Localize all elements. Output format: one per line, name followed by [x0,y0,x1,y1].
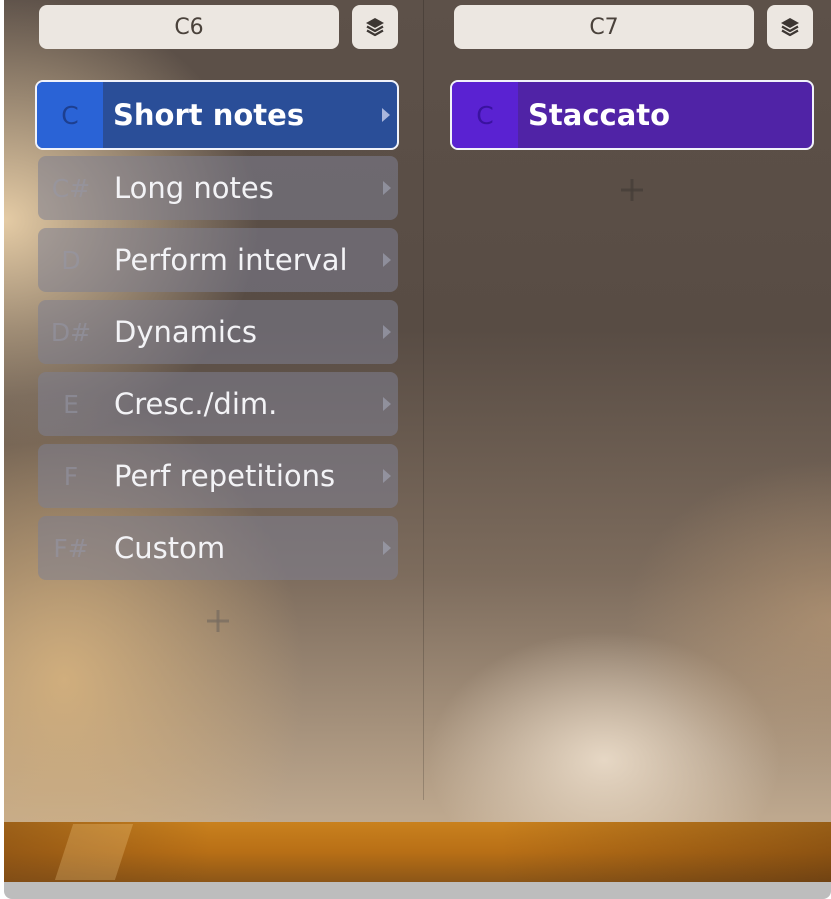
articulation-item-long-notes[interactable]: C# Long notes [38,156,398,220]
layers-icon [366,18,384,37]
item-label: Staccato [528,98,671,132]
add-articulation-button[interactable] [612,170,652,210]
column-header: C7 [454,5,814,49]
item-key: E [63,389,79,419]
articulation-item-perform-interval[interactable]: D Perform interval [38,228,398,292]
add-articulation-button[interactable] [198,601,238,641]
item-label: Dynamics [114,315,258,349]
octave-field[interactable]: C6 [39,5,339,49]
item-key: C [37,82,103,148]
articulation-item-custom[interactable]: F# Custom [38,516,398,580]
column-header: C6 [39,5,399,49]
chevron-right-icon[interactable] [376,444,398,508]
item-key: F# [53,533,89,563]
column-c7: C7 C Staccato [450,0,820,800]
column-divider [423,0,424,800]
articulation-item-short-notes[interactable]: C Short notes [35,80,399,150]
chevron-right-icon[interactable] [376,228,398,292]
chevron-right-icon[interactable] [376,372,398,436]
articulation-item-staccato[interactable]: C Staccato [450,80,814,150]
item-key: C# [51,173,91,203]
chevron-right-icon[interactable] [376,300,398,364]
item-label: Short notes [113,98,305,132]
instrument-image-strip [4,822,831,882]
panel-footer [4,882,831,899]
column-c6: C6 C Short notes C# Long notes D Perform… [35,0,405,800]
layers-icon [781,18,799,37]
articulation-item-cresc-dim[interactable]: E Cresc./dim. [38,372,398,436]
item-label: Perform interval [114,243,348,277]
image-highlight [54,824,134,880]
item-label: Custom [114,531,226,565]
articulation-item-dynamics[interactable]: D# Dynamics [38,300,398,364]
chevron-right-icon[interactable] [375,82,397,148]
item-label: Perf repetitions [114,459,336,493]
item-label: Long notes [114,171,274,205]
plus-icon [207,610,229,632]
item-key: F [63,461,79,491]
octave-field[interactable]: C7 [454,5,754,49]
item-key: D# [50,317,92,347]
articulation-item-perf-repetitions[interactable]: F Perf repetitions [38,444,398,508]
item-key: C [452,82,518,148]
layers-button[interactable] [767,5,813,49]
layers-button[interactable] [352,5,398,49]
chevron-right-icon[interactable] [376,516,398,580]
item-key: D [61,245,81,275]
chevron-right-icon[interactable] [376,156,398,220]
plus-icon [621,179,643,201]
item-label: Cresc./dim. [114,387,278,421]
